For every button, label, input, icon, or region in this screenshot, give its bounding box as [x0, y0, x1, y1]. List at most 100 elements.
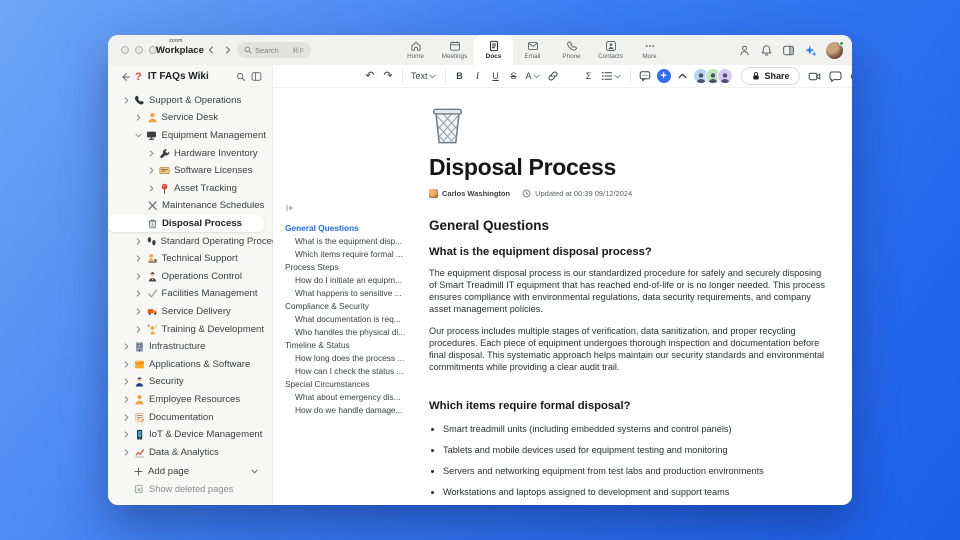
history-back-button[interactable]	[204, 43, 218, 57]
code-button[interactable]	[563, 68, 579, 84]
sidebar-item-employee-resources[interactable]: Employee Resources	[108, 391, 266, 409]
chevron-down-icon[interactable]	[250, 468, 258, 475]
toc-item-how-do-i-initiate-an-equipm[interactable]: How do I initiate an equipm...	[285, 273, 425, 286]
toc-item-what-is-the-equipment-disp[interactable]: What is the equipment disp...	[285, 234, 425, 247]
chevron-right-icon[interactable]	[122, 449, 130, 456]
sidebar-item-service-desk[interactable]: Service Desk	[108, 109, 266, 127]
strikethrough-button[interactable]: S	[506, 68, 522, 84]
collapse-toolbar-button[interactable]	[675, 68, 691, 84]
chevron-right-icon[interactable]	[122, 343, 130, 350]
sidebar-search-icon[interactable]	[236, 72, 246, 82]
sidebar-item-software-licenses[interactable]: Software Licenses	[108, 162, 266, 180]
toc-item-how-can-i-check-the-status[interactable]: How can I check the status ...	[285, 364, 425, 377]
history-forward-button[interactable]	[221, 43, 235, 57]
share-button[interactable]: Share	[740, 67, 800, 85]
chevron-right-icon[interactable]	[135, 237, 142, 245]
chevron-right-icon[interactable]	[135, 273, 143, 280]
sidebar-item-security[interactable]: Security	[108, 373, 266, 391]
toc-item-what-about-emergency-dis[interactable]: What about emergency dis...	[285, 390, 425, 403]
equation-button[interactable]: Σ	[581, 68, 597, 84]
text-color-button[interactable]: A	[524, 68, 543, 84]
chevron-right-icon[interactable]	[122, 97, 130, 104]
sidebar-item-documentation[interactable]: Documentation	[108, 408, 266, 426]
sidebar-item-maintenance-schedules[interactable]: Maintenance Schedules	[108, 197, 266, 215]
tab-contacts[interactable]: Contacts	[591, 35, 630, 65]
tab-phone[interactable]: Phone	[552, 35, 591, 65]
chevron-right-icon[interactable]	[135, 325, 143, 333]
chevron-right-icon[interactable]	[135, 308, 143, 315]
sidebar-item-iot-device-management[interactable]: IoT & Device Management	[108, 426, 266, 444]
sidebar-item-equipment-management[interactable]: Equipment Management	[108, 127, 266, 145]
sidebar-item-support-operations[interactable]: Support & Operations	[108, 92, 266, 110]
toc-item-what-happens-to-sensitive[interactable]: What happens to sensitive ...	[285, 286, 425, 299]
tab-meetings[interactable]: Meetings	[435, 35, 474, 65]
sidebar-item-infrastructure[interactable]: Infrastructure	[108, 338, 266, 356]
chevron-right-icon[interactable]	[147, 150, 155, 157]
document-title[interactable]: Disposal Process	[429, 154, 827, 181]
text-style-button[interactable]: Text	[409, 68, 439, 84]
chevron-right-icon[interactable]	[135, 290, 143, 297]
bell-icon[interactable]	[760, 44, 773, 57]
toc-item-how-long-does-the-process[interactable]: How long does the process ...	[285, 351, 425, 364]
chevron-right-icon[interactable]	[147, 167, 155, 174]
toc-item-which-items-require-formal[interactable]: Which items require formal ...	[285, 247, 425, 260]
chevron-right-icon[interactable]	[122, 378, 130, 385]
toc-item-timeline-status[interactable]: Timeline & Status	[285, 338, 425, 351]
chevron-right-icon[interactable]	[147, 185, 155, 192]
back-arrow-icon[interactable]	[120, 72, 130, 82]
sparkle-icon[interactable]	[804, 44, 817, 57]
list-style-button[interactable]	[599, 68, 624, 84]
sidebar-item-applications-software[interactable]: Applications & Software	[108, 355, 266, 373]
close-window-button[interactable]	[121, 46, 129, 54]
sidebar-item-asset-tracking[interactable]: Asset Tracking	[108, 180, 266, 198]
collaborator-avatar[interactable]	[716, 68, 733, 84]
chevron-right-icon[interactable]	[122, 396, 130, 403]
global-search-input[interactable]: Search ⌘F	[237, 42, 311, 58]
panel-icon[interactable]	[782, 44, 795, 57]
sidebar-collapse-icon[interactable]	[251, 71, 262, 82]
sidebar-item-service-delivery[interactable]: Service Delivery	[108, 303, 266, 321]
sidebar-item-data-analytics[interactable]: Data & Analytics	[108, 443, 266, 461]
tab-home[interactable]: Home	[396, 35, 435, 65]
italic-button[interactable]: I	[470, 68, 486, 84]
profile-icon[interactable]	[738, 44, 751, 57]
bold-button[interactable]: B	[452, 68, 468, 84]
chat-icon[interactable]	[829, 70, 842, 83]
show-deleted-pages-button[interactable]: Show deleted pages	[108, 480, 272, 497]
globe-icon[interactable]	[850, 70, 852, 83]
video-icon[interactable]	[808, 70, 821, 83]
sidebar-item-hardware-inventory[interactable]: Hardware Inventory	[108, 144, 266, 162]
insert-button[interactable]: +	[655, 68, 673, 84]
redo-button[interactable]: ↷	[380, 68, 396, 84]
sidebar-item-training-development[interactable]: Training & Development	[108, 320, 266, 338]
chevron-down-icon[interactable]	[135, 132, 143, 139]
toc-item-what-documentation-is-req[interactable]: What documentation is req...	[285, 312, 425, 325]
outline-collapse-icon[interactable]	[285, 203, 295, 213]
link-button[interactable]	[545, 68, 561, 84]
tab-email[interactable]: Email	[513, 35, 552, 65]
chevron-right-icon[interactable]	[122, 413, 130, 421]
underline-button[interactable]: U	[488, 68, 504, 84]
document-body[interactable]: Disposal Process Carlos Washington Updat…	[429, 88, 827, 505]
sidebar-item-operations-control[interactable]: Operations Control	[108, 267, 266, 285]
chevron-right-icon[interactable]	[122, 431, 130, 438]
toc-item-process-steps[interactable]: Process Steps	[285, 260, 425, 273]
chevron-right-icon[interactable]	[122, 361, 130, 368]
tab-more[interactable]: More	[630, 35, 669, 65]
toc-item-how-do-we-handle-damage[interactable]: How do we handle damage...	[285, 403, 425, 416]
user-avatar[interactable]	[826, 40, 844, 59]
toc-item-compliance-security[interactable]: Compliance & Security	[285, 299, 425, 312]
sidebar-item-standard-operating-procedures[interactable]: Standard Operating Procedures	[108, 232, 296, 250]
comment-button[interactable]	[637, 68, 653, 84]
sidebar-item-disposal-process[interactable]: Disposal Process	[108, 214, 264, 233]
toc-item-who-handles-the-physical-di[interactable]: Who handles the physical di...	[285, 325, 425, 338]
toc-item-special-circumstances[interactable]: Special Circumstances	[285, 377, 425, 390]
chevron-right-icon[interactable]	[135, 114, 143, 122]
sidebar-item-facilities-management[interactable]: Facilities Management	[108, 285, 266, 303]
minimize-window-button[interactable]	[135, 46, 143, 54]
add-page-button[interactable]: Add page	[108, 463, 272, 480]
tab-docs[interactable]: Docs	[474, 35, 513, 65]
toc-item-general-questions[interactable]: General Questions	[285, 221, 425, 234]
sidebar-item-technical-support[interactable]: Technical Support	[108, 250, 266, 268]
undo-button[interactable]: ↶	[362, 68, 378, 84]
